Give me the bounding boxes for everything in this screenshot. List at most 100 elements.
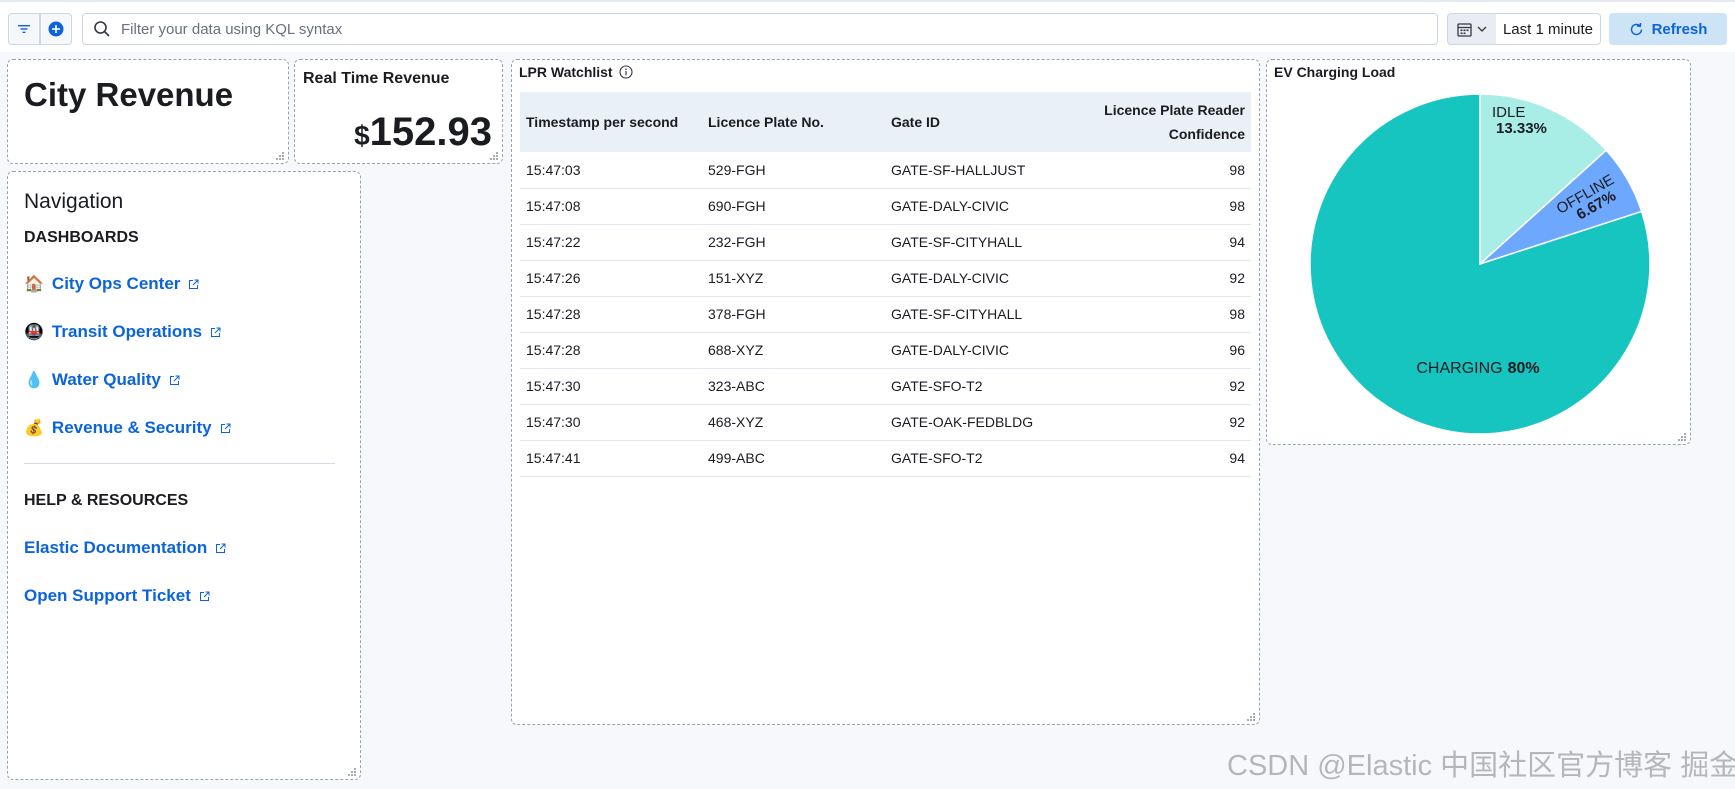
info-icon[interactable]	[619, 65, 633, 79]
nav-link-revenue-security[interactable]: 💰 Revenue & Security	[24, 418, 231, 438]
cell-timestamp: 15:47:08	[520, 188, 702, 225]
nav-link-label: City Ops Center	[51, 274, 181, 293]
cell-confidence: 92	[1085, 368, 1251, 405]
navigation-heading: Navigation	[24, 190, 124, 213]
table-row: 15:47:22 232-FGH GATE-SF-CITYHALL 94	[520, 224, 1251, 261]
pie-label-name: IDLE	[1492, 104, 1525, 121]
help-link-elastic-documentation[interactable]: Elastic Documentation	[24, 538, 226, 558]
train-icon: 🚇	[24, 324, 44, 341]
help-section-label: HELP & RESOURCES	[24, 492, 189, 509]
pie-label-value: 13.33%	[1496, 120, 1547, 137]
nav-link-city-ops-center[interactable]: 🏠 City Ops Center	[24, 274, 199, 294]
ev-charging-pie-chart: IDLE13.33%OFFLINE6.67%CHARGING 80%	[1309, 93, 1651, 435]
cell-gate: GATE-SF-CITYHALL	[885, 224, 1085, 261]
cell-plate: 151-XYZ	[702, 260, 885, 297]
column-header-timestamp[interactable]: Timestamp per second	[520, 92, 702, 152]
external-link-icon	[216, 543, 226, 553]
table-row: 15:47:30 323-ABC GATE-SFO-T2 92	[520, 368, 1251, 405]
real-time-revenue-panel: Real Time Revenue $152.93	[294, 59, 503, 164]
cell-gate: GATE-OAK-FEDBLDG	[885, 404, 1085, 441]
resize-handle-icon[interactable]	[1247, 713, 1255, 721]
pie-label-name: CHARGING	[1416, 360, 1502, 377]
column-header-confidence[interactable]: Licence Plate Reader Confidence	[1085, 92, 1251, 152]
kql-search-input[interactable]: Filter your data using KQL syntax	[82, 13, 1438, 45]
cell-gate: GATE-DALY-CIVIC	[885, 260, 1085, 297]
filter-menu-button[interactable]	[8, 13, 40, 45]
cell-confidence: 94	[1085, 224, 1251, 261]
nav-link-water-quality[interactable]: 💧 Water Quality	[24, 370, 180, 390]
external-link-icon	[169, 375, 180, 385]
cell-plate: 690-FGH	[702, 188, 885, 225]
search-icon	[94, 21, 110, 37]
city-revenue-panel: City Revenue	[7, 59, 289, 164]
help-link-label: Open Support Ticket	[24, 586, 191, 605]
cell-confidence: 96	[1085, 332, 1251, 369]
money-bag-icon: 💰	[24, 420, 44, 437]
help-link-label: Elastic Documentation	[24, 538, 208, 557]
resize-handle-icon[interactable]	[276, 152, 284, 160]
column-header-gate[interactable]: Gate ID	[885, 92, 1085, 152]
panel-title: City Revenue	[24, 76, 234, 113]
table-header-row: Timestamp per second Licence Plate No. G…	[520, 92, 1251, 152]
resize-handle-icon[interactable]	[490, 152, 498, 160]
table-row: 15:47:03 529-FGH GATE-SF-HALLJUST 98	[520, 152, 1251, 189]
cell-plate: 688-XYZ	[702, 332, 885, 369]
time-range-button[interactable]: Last 1 minute	[1496, 13, 1601, 45]
cell-gate: GATE-DALY-CIVIC	[885, 188, 1085, 225]
panel-title-text: LPR Watchlist	[519, 64, 613, 80]
calendar-icon	[1457, 22, 1472, 37]
cell-confidence: 98	[1085, 152, 1251, 189]
cell-timestamp: 15:47:41	[520, 440, 702, 477]
panel-title: LPR Watchlist	[519, 64, 633, 80]
external-link-icon	[211, 327, 221, 337]
cell-timestamp: 15:47:03	[520, 152, 702, 189]
cell-plate: 232-FGH	[702, 224, 885, 261]
table-row: 15:47:28 688-XYZ GATE-DALY-CIVIC 96	[520, 332, 1251, 369]
nav-link-label: Water Quality	[51, 370, 161, 389]
table-row: 15:47:30 468-XYZ GATE-OAK-FEDBLDG 92	[520, 404, 1251, 441]
resize-handle-icon[interactable]	[348, 768, 356, 776]
table-row: 15:47:08 690-FGH GATE-DALY-CIVIC 98	[520, 188, 1251, 225]
external-link-icon	[199, 591, 210, 601]
cell-timestamp: 15:47:30	[520, 368, 702, 405]
cell-gate: GATE-SFO-T2	[885, 368, 1085, 405]
table-body: 15:47:03 529-FGH GATE-SF-HALLJUST 98 15:47:0…	[520, 152, 1251, 477]
cell-confidence: 92	[1085, 404, 1251, 441]
refresh-icon	[1630, 22, 1642, 35]
nav-link-label: Revenue & Security	[51, 418, 212, 437]
time-range-label: Last 1 minute	[1502, 20, 1594, 38]
external-link-icon	[220, 423, 231, 433]
cell-timestamp: 15:47:28	[520, 296, 702, 333]
house-icon: 🏠	[24, 276, 44, 293]
cell-confidence: 92	[1085, 260, 1251, 297]
column-header-confidence-label: Licence Plate Reader Confidence	[1104, 102, 1245, 142]
cell-gate: GATE-DALY-CIVIC	[885, 332, 1085, 369]
add-filter-button[interactable]	[40, 13, 72, 45]
cell-timestamp: 15:47:26	[520, 260, 702, 297]
refresh-label: Refresh	[1651, 20, 1708, 38]
search-placeholder: Filter your data using KQL syntax	[121, 20, 343, 38]
plus-circle-icon	[48, 21, 64, 37]
revenue-metric: $152.93	[354, 110, 492, 155]
currency-symbol: $	[354, 120, 370, 151]
date-quick-menu-button[interactable]	[1447, 13, 1497, 45]
cell-gate: GATE-SF-HALLJUST	[885, 152, 1085, 189]
table-row: 15:47:28 378-FGH GATE-SF-CITYHALL 98	[520, 296, 1251, 333]
refresh-button[interactable]: Refresh	[1609, 13, 1727, 45]
chevron-down-icon	[1477, 26, 1487, 32]
nav-link-transit-operations[interactable]: 🚇 Transit Operations	[24, 322, 221, 342]
cell-plate: 378-FGH	[702, 296, 885, 333]
cell-plate: 468-XYZ	[702, 404, 885, 441]
cell-plate: 529-FGH	[702, 152, 885, 189]
resize-handle-icon[interactable]	[1678, 433, 1686, 441]
cell-gate: GATE-SFO-T2	[885, 440, 1085, 477]
revenue-value: 152.93	[369, 110, 492, 154]
pie-label-value: 80%	[1508, 360, 1540, 377]
query-bar: Filter your data using KQL syntax Last 1…	[0, 0, 1735, 52]
column-header-plate[interactable]: Licence Plate No.	[702, 92, 885, 152]
nav-link-label: Transit Operations	[51, 322, 203, 341]
cell-timestamp: 15:47:22	[520, 224, 702, 261]
lpr-watchlist-panel: LPR Watchlist Timestamp per second Licen…	[511, 59, 1260, 725]
help-link-open-support-ticket[interactable]: Open Support Ticket	[24, 586, 210, 606]
navigation-panel: Navigation DASHBOARDS 🏠 City Ops Center …	[7, 171, 361, 780]
